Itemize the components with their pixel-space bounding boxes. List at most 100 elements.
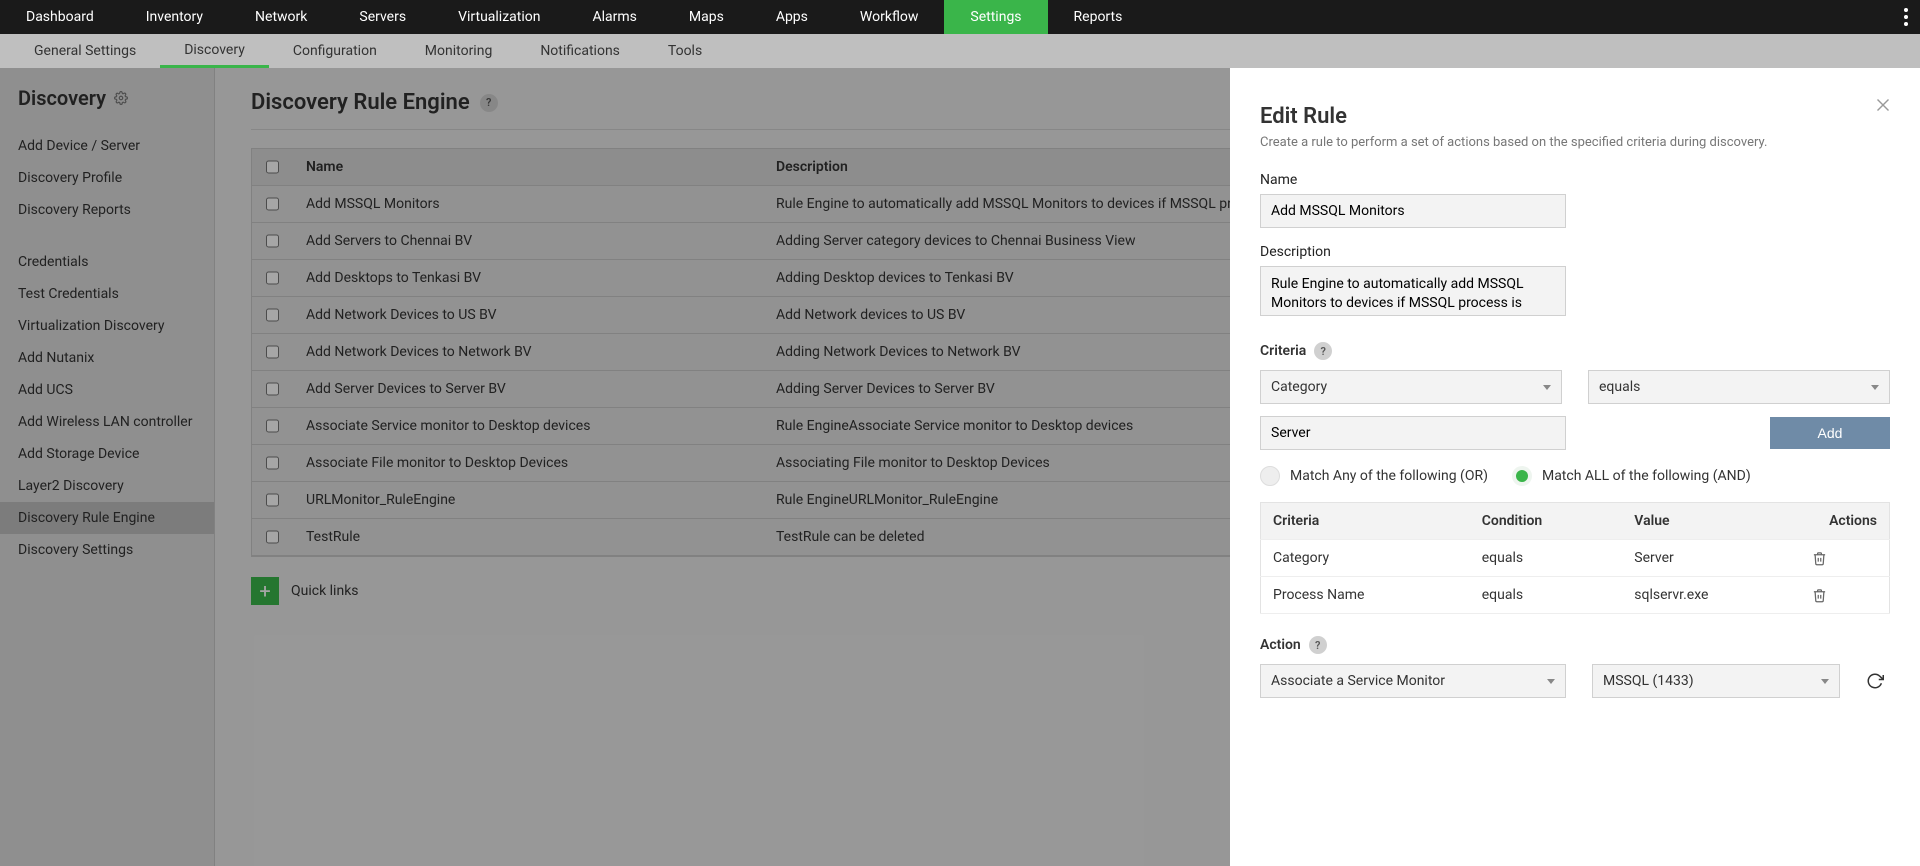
- ct-criteria: Process Name: [1261, 577, 1470, 614]
- topnav-tab-settings[interactable]: Settings: [944, 0, 1047, 34]
- subnav-tab[interactable]: Configuration: [269, 34, 401, 68]
- ct-col-value: Value: [1622, 503, 1799, 540]
- quick-links-label: Quick links: [291, 583, 359, 599]
- sidebar-item[interactable]: Discovery Settings: [0, 534, 214, 566]
- match-any-radio[interactable]: [1260, 466, 1280, 486]
- panel-title: Edit Rule: [1260, 104, 1890, 129]
- sidebar: Discovery Add Device / ServerDiscovery P…: [0, 68, 215, 866]
- row-name: Add Desktops to Tenkasi BV: [292, 260, 762, 296]
- row-checkbox[interactable]: [266, 382, 279, 396]
- help-icon[interactable]: ?: [1309, 636, 1327, 654]
- row-checkbox[interactable]: [266, 456, 279, 470]
- sidebar-item[interactable]: Add Wireless LAN controller: [0, 406, 214, 438]
- topnav-tab-servers[interactable]: Servers: [333, 0, 432, 34]
- sidebar-item[interactable]: Credentials: [0, 246, 214, 278]
- sidebar-title: Discovery: [0, 86, 214, 120]
- topnav-tab-reports[interactable]: Reports: [1048, 0, 1149, 34]
- sidebar-item[interactable]: Layer2 Discovery: [0, 470, 214, 502]
- sidebar-item[interactable]: Add Device / Server: [0, 130, 214, 162]
- row-checkbox[interactable]: [266, 530, 279, 544]
- sidebar-item[interactable]: Add Storage Device: [0, 438, 214, 470]
- sidebar-item[interactable]: Test Credentials: [0, 278, 214, 310]
- subnav-tab[interactable]: General Settings: [10, 34, 160, 68]
- criteria-section-header: Criteria ?: [1260, 342, 1890, 360]
- trash-icon[interactable]: [1812, 551, 1878, 566]
- select-all-checkbox-cell: [252, 149, 292, 185]
- topnav-tab-network[interactable]: Network: [229, 0, 333, 34]
- criteria-field-select[interactable]: Category: [1260, 370, 1562, 404]
- subnav-tab[interactable]: Discovery: [160, 34, 269, 68]
- help-icon[interactable]: ?: [1314, 342, 1332, 360]
- sidebar-item[interactable]: Virtualization Discovery: [0, 310, 214, 342]
- criteria-row: CategoryequalsServer: [1261, 540, 1890, 577]
- row-checkbox[interactable]: [266, 197, 279, 211]
- sidebar-item[interactable]: Add Nutanix: [0, 342, 214, 374]
- chevron-down-icon: [1547, 679, 1555, 684]
- topnav-tab-inventory[interactable]: Inventory: [120, 0, 229, 34]
- panel-subtitle: Create a rule to perform a set of action…: [1260, 135, 1890, 150]
- match-all-radio[interactable]: [1512, 466, 1532, 486]
- sidebar-title-text: Discovery: [18, 86, 106, 110]
- sidebar-group-2: CredentialsTest CredentialsVirtualizatio…: [0, 236, 214, 576]
- row-name: Add Network Devices to US BV: [292, 297, 762, 333]
- kebab-menu-icon[interactable]: [1904, 0, 1908, 34]
- gear-icon[interactable]: [114, 91, 128, 105]
- criteria-condition-value: equals: [1599, 379, 1640, 395]
- criteria-value-input[interactable]: [1260, 416, 1566, 450]
- plus-icon[interactable]: +: [251, 577, 279, 605]
- trash-icon[interactable]: [1812, 588, 1878, 603]
- row-checkbox[interactable]: [266, 493, 279, 507]
- subnav-tab[interactable]: Monitoring: [401, 34, 517, 68]
- add-criteria-button[interactable]: Add: [1770, 417, 1890, 449]
- select-all-checkbox[interactable]: [266, 160, 279, 174]
- chevron-down-icon: [1871, 385, 1879, 390]
- ct-condition: equals: [1470, 540, 1623, 577]
- page-title-text: Discovery Rule Engine: [251, 90, 470, 115]
- subnav-tab[interactable]: Notifications: [516, 34, 644, 68]
- col-name: Name: [292, 149, 762, 185]
- row-checkbox[interactable]: [266, 345, 279, 359]
- sidebar-item[interactable]: Discovery Profile: [0, 162, 214, 194]
- sub-nav: General SettingsDiscoveryConfigurationMo…: [0, 34, 1920, 68]
- criteria-row: Process Nameequalssqlservr.exe: [1261, 577, 1890, 614]
- criteria-label: Criteria: [1260, 343, 1306, 359]
- action-value-select[interactable]: MSSQL (1433): [1592, 664, 1840, 698]
- action-label: Action: [1260, 637, 1301, 653]
- rule-name-input[interactable]: [1260, 194, 1566, 228]
- topnav-tab-maps[interactable]: Maps: [663, 0, 750, 34]
- subnav-tab[interactable]: Tools: [644, 34, 726, 68]
- refresh-icon[interactable]: [1866, 672, 1884, 690]
- chevron-down-icon: [1543, 385, 1551, 390]
- action-type-select[interactable]: Associate a Service Monitor: [1260, 664, 1566, 698]
- row-checkbox[interactable]: [266, 234, 279, 248]
- criteria-field-value: Category: [1271, 379, 1327, 395]
- row-checkbox[interactable]: [266, 419, 279, 433]
- edit-rule-panel: Edit Rule Create a rule to perform a set…: [1230, 68, 1920, 866]
- ct-col-condition: Condition: [1470, 503, 1623, 540]
- description-label: Description: [1260, 244, 1890, 260]
- topnav-tab-workflow[interactable]: Workflow: [834, 0, 945, 34]
- row-checkbox[interactable]: [266, 271, 279, 285]
- row-name: Add Server Devices to Server BV: [292, 371, 762, 407]
- workspace: Discovery Add Device / ServerDiscovery P…: [0, 68, 1920, 866]
- chevron-down-icon: [1821, 679, 1829, 684]
- row-name: Add MSSQL Monitors: [292, 186, 762, 222]
- help-icon[interactable]: ?: [480, 94, 498, 112]
- rule-description-input[interactable]: [1260, 266, 1566, 316]
- action-section-header: Action ?: [1260, 636, 1890, 654]
- topnav-tab-apps[interactable]: Apps: [750, 0, 834, 34]
- close-icon[interactable]: [1872, 94, 1894, 116]
- row-checkbox[interactable]: [266, 308, 279, 322]
- ct-col-criteria: Criteria: [1261, 503, 1470, 540]
- topnav-tab-alarms[interactable]: Alarms: [566, 0, 662, 34]
- row-name: Add Servers to Chennai BV: [292, 223, 762, 259]
- topnav-tab-virtualization[interactable]: Virtualization: [432, 0, 566, 34]
- topnav-tab-dashboard[interactable]: Dashboard: [0, 0, 120, 34]
- ct-value: Server: [1622, 540, 1799, 577]
- sidebar-item[interactable]: Add UCS: [0, 374, 214, 406]
- sidebar-item[interactable]: Discovery Reports: [0, 194, 214, 226]
- criteria-condition-select[interactable]: equals: [1588, 370, 1890, 404]
- ct-condition: equals: [1470, 577, 1623, 614]
- action-type-value: Associate a Service Monitor: [1271, 673, 1445, 689]
- sidebar-item[interactable]: Discovery Rule Engine: [0, 502, 214, 534]
